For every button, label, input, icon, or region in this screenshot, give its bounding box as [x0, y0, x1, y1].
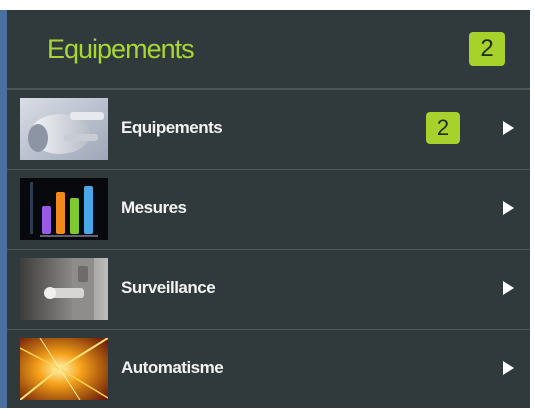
menu-item-automatisme[interactable]: Automatisme — [7, 329, 530, 409]
menu-item-label: Mesures — [121, 198, 187, 217]
menu-item-equipements[interactable]: Equipements 2 — [7, 89, 530, 169]
light-burst-image — [20, 338, 108, 400]
count-badge: 2 — [426, 112, 460, 144]
count-badge: 2 — [469, 32, 505, 66]
arrow-right-icon[interactable] — [503, 281, 514, 295]
menu-item-label: Automatisme — [121, 358, 224, 377]
power-plug-image — [20, 98, 108, 160]
arrow-right-icon[interactable] — [503, 361, 514, 375]
panel-title: Equipements — [47, 34, 195, 64]
equipements-panel: Equipements 2 Equipements 2 Mesures Surv… — [0, 10, 530, 408]
arrow-right-icon[interactable] — [503, 121, 514, 135]
arrow-right-icon[interactable] — [503, 201, 514, 215]
panel-header: Equipements 2 — [7, 10, 530, 89]
menu-item-surveillance[interactable]: Surveillance — [7, 249, 530, 329]
menu-item-mesures[interactable]: Mesures — [7, 169, 530, 249]
menu-item-label: Equipements — [121, 118, 223, 137]
door-lock-image — [20, 258, 108, 320]
menu-item-label: Surveillance — [121, 278, 216, 297]
bar-meter-image — [20, 178, 108, 240]
